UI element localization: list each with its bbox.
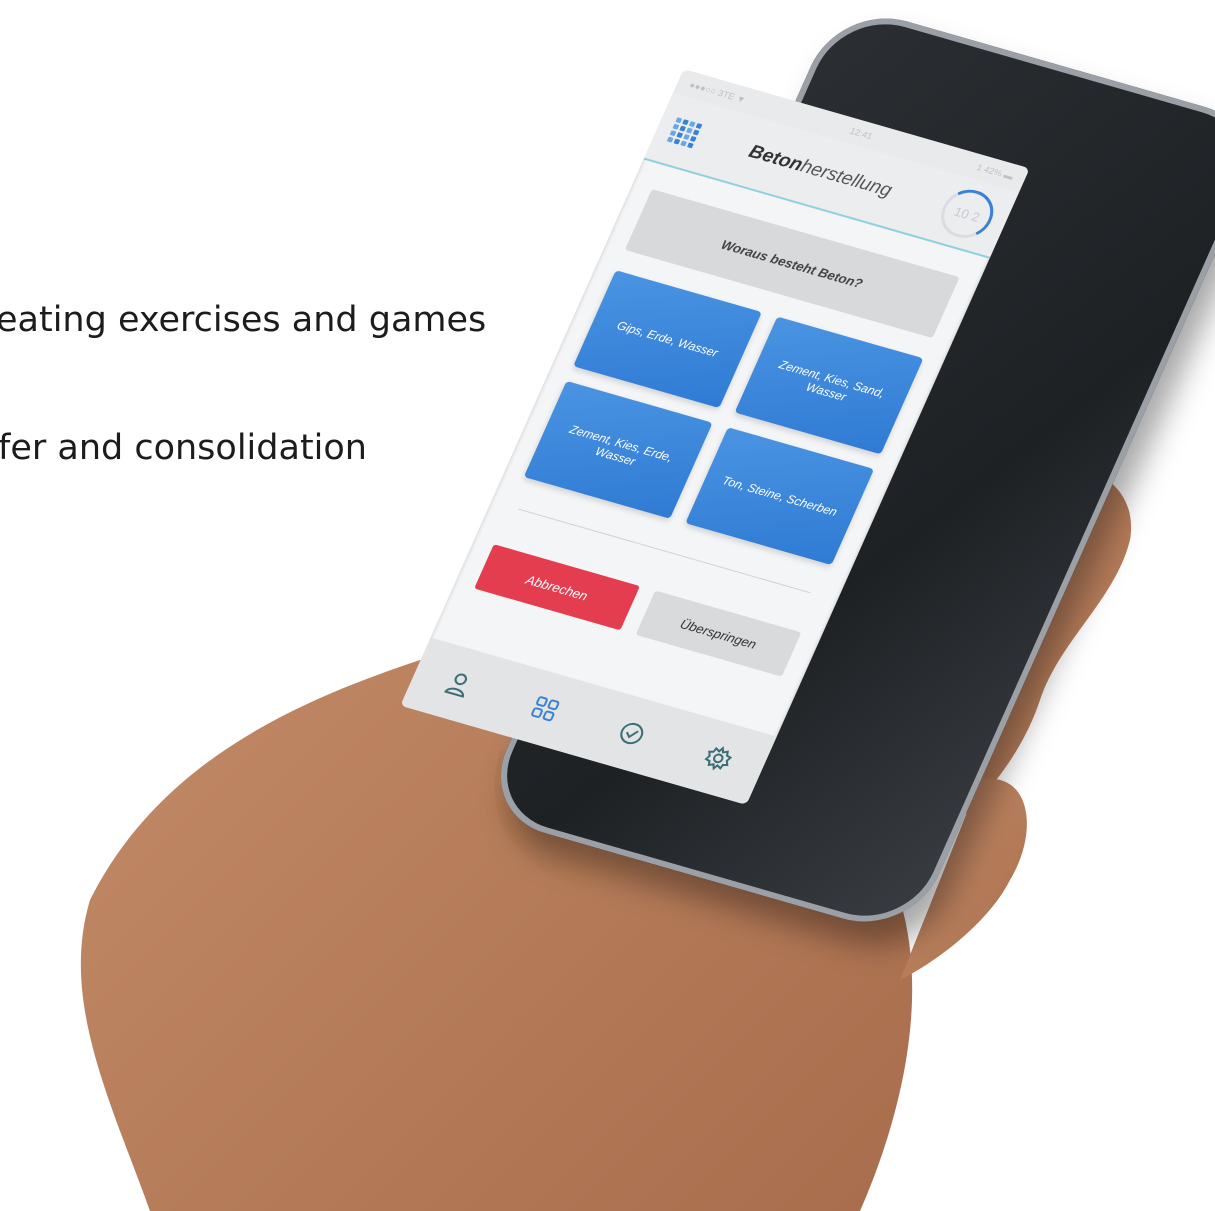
clock: 12:41: [848, 125, 875, 142]
title-bold: Beton: [745, 141, 806, 176]
timer-ring: 10 2: [932, 183, 1002, 244]
tab-profile[interactable]: [431, 660, 486, 708]
battery-indicator: 1 42% ▬: [975, 162, 1015, 182]
check-icon: [620, 722, 644, 745]
action-row: Abbrechen Überspringen: [474, 544, 802, 677]
title-rest: herstellung: [797, 156, 896, 202]
answer-option-3[interactable]: Zement, Kies, Erde, Wasser: [523, 380, 713, 519]
tab-settings[interactable]: [691, 734, 746, 782]
tab-modules[interactable]: [518, 685, 573, 733]
answer-option-4[interactable]: Ton, Steine, Scherben: [685, 427, 875, 566]
profile-icon: [444, 673, 468, 698]
cancel-button[interactable]: Abbrechen: [474, 544, 640, 631]
grid-icon: [531, 696, 560, 722]
answer-option-1[interactable]: Gips, Erde, Wasser: [573, 270, 762, 409]
skip-button[interactable]: Überspringen: [635, 590, 802, 677]
gear-icon: [704, 746, 733, 771]
tab-done[interactable]: [604, 710, 659, 758]
phone: ●●●○○ 3TE ▼ 12:41 1 42% ▬ Betonherstellu…: [400, 2, 1215, 938]
answer-option-2[interactable]: Zement, Kies, Sand, Wasser: [734, 316, 924, 455]
